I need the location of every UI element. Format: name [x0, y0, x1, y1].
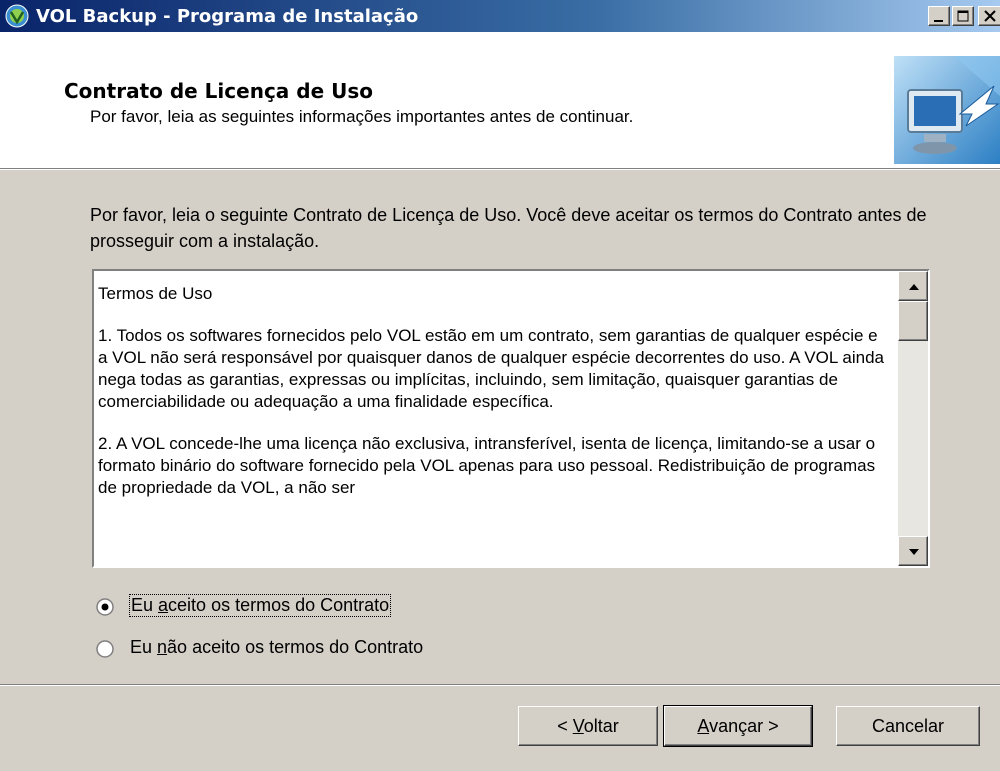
window-title: VOL Backup - Programa de Instalação [36, 6, 419, 27]
back-button[interactable]: < Voltar [518, 706, 658, 746]
header-divider-highlight [0, 169, 1000, 170]
accept-label: Eu aceito os termos do Contrato [128, 594, 392, 617]
footer-divider-highlight [0, 685, 1000, 686]
scroll-down-button[interactable] [898, 536, 928, 566]
radio-selected-icon[interactable] [96, 598, 114, 616]
wizard-computer-icon [894, 56, 1000, 164]
radio-unselected-icon[interactable] [96, 640, 114, 658]
page-subtitle: Por favor, leia as seguintes informações… [90, 107, 634, 126]
next-button[interactable]: Avançar > [663, 705, 813, 747]
license-paragraph: 2. A VOL concede-lhe uma licença não exc… [98, 434, 876, 497]
close-icon [984, 10, 996, 22]
minimize-icon [934, 20, 943, 22]
arrow-up-icon [909, 284, 919, 290]
page-title: Contrato de Licença de Uso [64, 79, 373, 103]
arrow-down-icon [909, 549, 919, 555]
close-button[interactable] [978, 6, 1000, 26]
intro-text: Por favor, leia o seguinte Contrato de L… [90, 205, 927, 251]
license-text: Termos de Uso 1. Todos os softwares forn… [98, 283, 888, 519]
scroll-up-button[interactable] [898, 271, 928, 301]
license-textbox[interactable]: Termos de Uso 1. Todos os softwares forn… [92, 269, 930, 568]
license-paragraph: 1. Todos os softwares fornecidos pelo VO… [98, 326, 884, 411]
license-scrollbar[interactable] [898, 271, 928, 566]
cancel-button[interactable]: Cancelar [836, 706, 980, 746]
maximize-button[interactable] [952, 6, 974, 26]
scroll-thumb[interactable] [898, 301, 928, 341]
vol-app-icon [4, 3, 30, 29]
license-paragraph: Termos de Uso [98, 284, 213, 303]
title-bar[interactable]: VOL Backup - Programa de Instalação [0, 0, 1000, 32]
maximize-icon [957, 10, 969, 22]
minimize-button[interactable] [928, 6, 950, 26]
decline-label: Eu não aceito os termos do Contrato [130, 637, 424, 657]
